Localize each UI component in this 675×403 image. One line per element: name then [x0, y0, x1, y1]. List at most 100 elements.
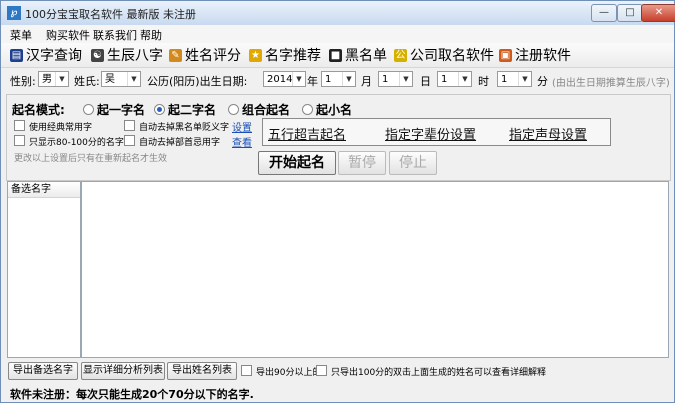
birth-date-label: 公历(阳历)出生日期:	[147, 75, 248, 88]
hour-value: 1	[441, 74, 448, 85]
export-names-button[interactable]: 导出姓名列表	[167, 362, 237, 380]
chevron-down-icon: ▼	[342, 72, 355, 86]
minimize-icon[interactable]: —	[591, 4, 617, 22]
show-detail-button[interactable]: 显示详细分析列表	[81, 362, 165, 380]
list-header: 备选名字	[8, 182, 80, 198]
mode-label: 起名模式:	[12, 103, 65, 117]
toolbar-label: 注册软件	[515, 48, 571, 64]
mode-option-label: 起一字名	[97, 103, 146, 117]
radio-selected-icon	[154, 104, 165, 115]
recommend-button[interactable]: ★ 名字推荐	[249, 45, 321, 65]
toolbar-label: 名字推荐	[265, 48, 321, 64]
toolbar-label: 汉字查询	[26, 48, 82, 64]
hour-unit: 时	[478, 75, 489, 88]
export-candidates-button[interactable]: 导出备选名字	[8, 362, 78, 380]
start-naming-button[interactable]: 开始起名	[258, 151, 336, 175]
company-naming-button[interactable]: 公 公司取名软件	[394, 45, 494, 65]
option-score-range[interactable]: 只显示80-100分的名字	[14, 135, 124, 148]
status-bar: 软件未注册：每次只能生成20个70分以下的名字.	[10, 388, 254, 401]
chevron-down-icon: ▼	[292, 72, 305, 86]
app-window: ℘ 100分宝宝取名软件 最新版 未注册 — □ ✕ 菜单 购买软件 联系我们 …	[0, 0, 675, 403]
day-select[interactable]: 1 ▼	[378, 71, 413, 87]
checkbox-label: 只导出100分的	[331, 368, 394, 378]
initial-consonant-link[interactable]: 指定声母设置	[509, 124, 587, 143]
stop-button[interactable]: 停止	[389, 151, 437, 175]
gender-label: 性别:	[10, 75, 36, 88]
menu-help[interactable]: 帮助	[140, 27, 162, 43]
option-classic[interactable]: 使用经典常用字	[14, 120, 92, 133]
name-score-button[interactable]: ✎ 姓名评分	[169, 45, 241, 65]
option-radical[interactable]: 自动去掉部首忌用字	[124, 135, 220, 148]
title-bar: ℘ 100分宝宝取名软件 最新版 未注册 — □ ✕	[1, 1, 675, 25]
mode-option-label: 组合起名	[242, 103, 291, 117]
year-select[interactable]: 2014 ▼	[263, 71, 306, 87]
menu-main[interactable]: 菜单	[10, 27, 32, 43]
toolbar-label: 生辰八字	[107, 48, 163, 64]
star-icon: ★	[249, 48, 262, 62]
mode-combo[interactable]: 组合起名	[228, 101, 290, 118]
year-value: 2014	[267, 74, 293, 85]
toolbar-label: 黑名单	[345, 48, 387, 64]
gender-value: 男	[42, 74, 52, 85]
birth-info-row: 性别: 男 ▼ 姓氏: 吴 ▼ 公历(阳历)出生日期: 2014 ▼ 年 1 ▼ 月 1…	[1, 68, 674, 94]
window-title: 100分宝宝取名软件 最新版 未注册	[25, 8, 196, 21]
checkbox-icon	[241, 365, 252, 376]
blacklist-icon: ■	[329, 48, 342, 62]
month-select[interactable]: 1 ▼	[321, 71, 356, 87]
gender-select[interactable]: 男 ▼	[38, 71, 69, 87]
chevron-down-icon: ▼	[518, 72, 531, 86]
mode-two-char[interactable]: 起二字名	[154, 101, 216, 118]
date-hint: (由出生日期推算生辰八字)	[552, 78, 670, 89]
names-result-area[interactable]	[81, 181, 669, 358]
radio-icon	[83, 104, 94, 115]
pause-button[interactable]: 暂停	[338, 151, 386, 175]
yin-yang-icon: ☯	[91, 48, 104, 62]
radio-icon	[302, 104, 313, 115]
toolbar: ▤ 汉字查询 ☯ 生辰八字 ✎ 姓名评分 ★ 名字推荐 ■ 黑名单 公 公司取名…	[1, 43, 674, 68]
option-label: 只显示80-100分的名字	[29, 138, 124, 148]
special-naming-box: 五行超吉起名 指定字辈份设置 指定声母设置	[262, 118, 611, 146]
menu-buy[interactable]: 购买软件	[46, 27, 90, 43]
export-100-checkbox[interactable]: 只导出100分的	[316, 365, 393, 378]
minute-select[interactable]: 1 ▼	[497, 71, 532, 87]
option-label: 使用经典常用字	[29, 123, 93, 133]
naming-mode-panel: 起名模式: 起一字名 起二字名 组合起名 起小名 使用经典常用字 自动去掉黑名单…	[6, 94, 671, 181]
checkbox-icon	[316, 365, 327, 376]
option-label: 自动去掉黑名单贬义字	[139, 123, 230, 133]
mode-nickname[interactable]: 起小名	[302, 101, 352, 118]
day-value: 1	[382, 74, 389, 85]
toolbar-label: 公司取名软件	[410, 48, 494, 64]
checkbox-label: 导出90分以上的	[256, 368, 322, 378]
month-unit: 月	[361, 75, 372, 88]
mode-option-label: 起小名	[316, 103, 353, 117]
candidate-names-list[interactable]: 备选名字	[7, 181, 81, 358]
chevron-down-icon: ▼	[399, 72, 412, 86]
radical-view-link[interactable]: 查看	[232, 134, 252, 149]
edit-icon: ✎	[169, 48, 182, 62]
dictionary-icon: ▤	[10, 48, 23, 62]
register-icon: ▣	[499, 48, 512, 62]
surname-input[interactable]: 吴 ▼	[101, 71, 141, 87]
bazi-button[interactable]: ☯ 生辰八字	[91, 45, 163, 65]
checkbox-icon	[124, 135, 135, 146]
register-button[interactable]: ▣ 注册软件	[499, 45, 571, 65]
menu-contact[interactable]: 联系我们	[93, 27, 137, 43]
dictionary-button[interactable]: ▤ 汉字查询	[10, 45, 82, 65]
checkbox-icon	[124, 120, 135, 131]
double-click-hint: 双击上面生成的姓名可以查看详细解释	[393, 368, 547, 378]
maximize-icon[interactable]: □	[617, 4, 643, 22]
option-blacklist[interactable]: 自动去掉黑名单贬义字	[124, 120, 229, 133]
wuxing-link[interactable]: 五行超吉起名	[268, 124, 346, 143]
surname-label: 姓氏:	[74, 75, 100, 88]
blacklist-settings-link[interactable]: 设置	[232, 119, 252, 134]
generation-char-link[interactable]: 指定字辈份设置	[385, 124, 476, 143]
blacklist-button[interactable]: ■ 黑名单	[329, 45, 387, 65]
baby-app-icon: ℘	[7, 6, 21, 20]
mode-one-char[interactable]: 起一字名	[83, 101, 145, 118]
hour-select[interactable]: 1 ▼	[437, 71, 472, 87]
close-icon[interactable]: ✕	[641, 4, 675, 22]
chevron-down-icon: ▼	[127, 72, 140, 86]
export-90-checkbox[interactable]: 导出90分以上的	[241, 365, 321, 378]
month-value: 1	[325, 74, 332, 85]
radio-icon	[228, 104, 239, 115]
